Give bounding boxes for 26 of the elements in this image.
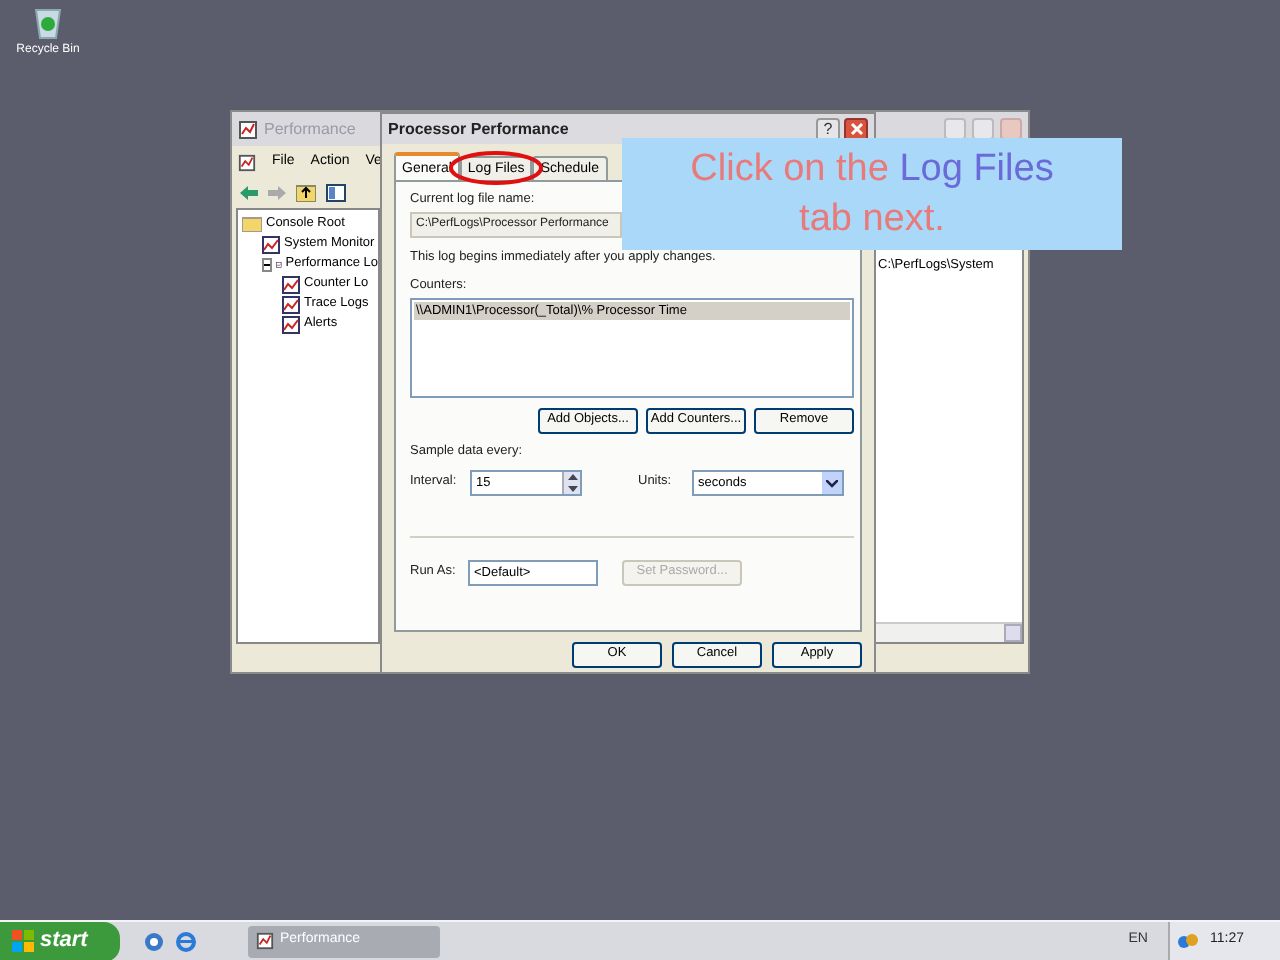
callout-text: Click on the Log Files tab next. <box>688 146 1056 244</box>
window-title: Performance <box>264 117 356 141</box>
collapse-toggle[interactable] <box>262 257 272 271</box>
dialog-title: Processor Performance <box>388 117 571 141</box>
flag-icon <box>12 930 34 952</box>
network-icon[interactable] <box>1178 931 1198 951</box>
close-icon <box>849 122 863 136</box>
chart-icon <box>282 295 300 313</box>
app-icon <box>238 153 256 171</box>
scrollbar[interactable] <box>874 622 1022 642</box>
recycle-bin-icon[interactable] <box>30 4 66 40</box>
highlight-ellipse <box>448 150 544 186</box>
spinner-icon[interactable] <box>562 472 580 494</box>
folder-icon <box>242 216 262 232</box>
forward-arrow-icon[interactable] <box>268 186 286 200</box>
back-arrow-icon[interactable] <box>240 186 258 200</box>
folder-up-icon[interactable] <box>296 184 316 202</box>
globe-icon[interactable] <box>144 931 164 951</box>
close-button[interactable] <box>844 117 868 141</box>
app-icon <box>238 119 258 139</box>
help-button[interactable]: ? <box>816 117 840 141</box>
start-button[interactable]: start <box>0 921 120 960</box>
browser-icon[interactable] <box>176 931 196 951</box>
chart-icon <box>256 932 274 950</box>
chart-icon <box>282 315 300 333</box>
panel-icon[interactable] <box>326 184 346 202</box>
